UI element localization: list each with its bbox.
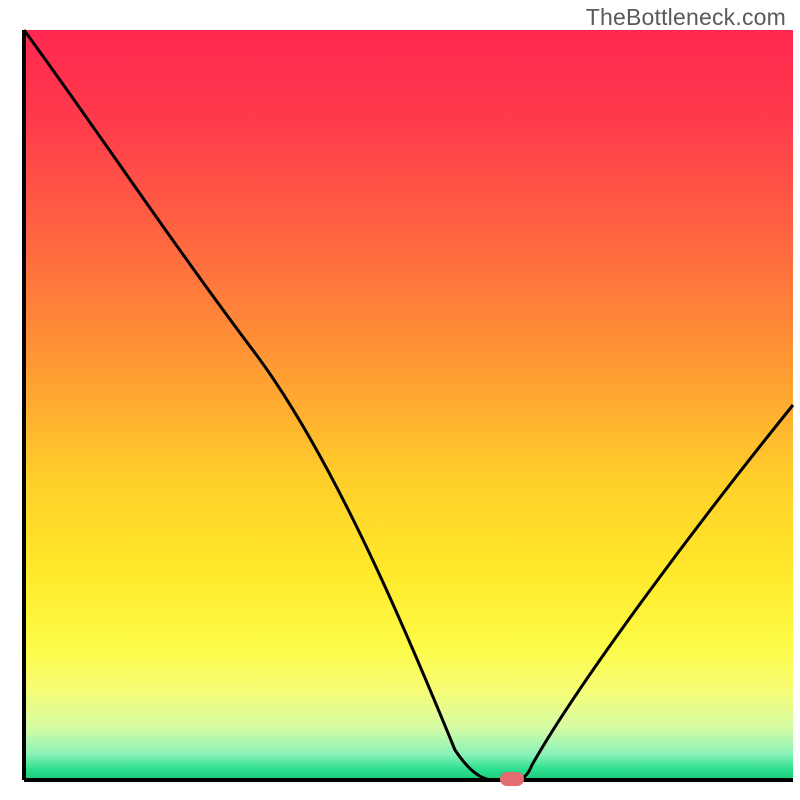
bottleneck-chart: TheBottleneck.com <box>0 0 800 800</box>
plot-background <box>24 30 793 780</box>
watermark-text: TheBottleneck.com <box>586 4 786 31</box>
optimal-marker <box>500 772 524 786</box>
chart-svg <box>0 0 800 800</box>
